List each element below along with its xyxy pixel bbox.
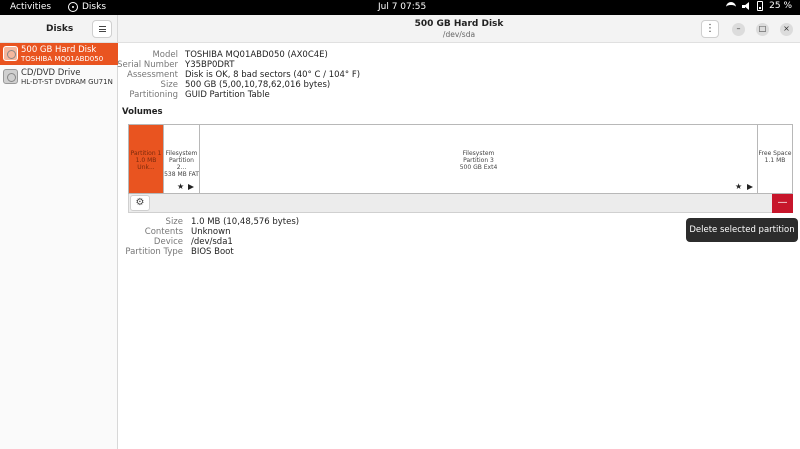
partition-options-button[interactable]: ⚙: [130, 195, 150, 211]
drive-name: CD/DVD Drive: [21, 68, 81, 78]
drive-options-button[interactable]: ⋮: [701, 20, 719, 38]
info-value: BIOS Boot: [191, 247, 234, 257]
info-label: Assessment: [127, 70, 178, 80]
partition-line: 500 GB Ext4: [459, 164, 498, 171]
optical-drive-icon: [3, 69, 18, 84]
top-bar: Activities Disks Jul 7 07:55 25 %: [0, 0, 800, 15]
partition-line: Partition 3: [463, 157, 494, 164]
play-icon: [188, 184, 194, 190]
disk-title: 500 GB Hard Disk: [414, 19, 504, 29]
minimize-button[interactable]: –: [732, 23, 745, 36]
delete-tooltip: Delete selected partition: [686, 218, 798, 242]
partition-2-block[interactable]: Filesystem Partition 2... 538 MB FAT ★: [164, 125, 200, 193]
partition-line: 1.0 MB Unk...: [135, 157, 157, 171]
info-label: Size: [160, 80, 178, 90]
info-value: GUID Partition Table: [185, 90, 270, 100]
drive-item-hard-disk[interactable]: 500 GB Hard Disk TOSHIBA MQ01ABD050: [0, 43, 118, 65]
info-value: Y35BP0DRT: [185, 60, 235, 70]
sidebar: Disks 500 GB Hard Disk TOSHIBA MQ01ABD05…: [0, 15, 118, 449]
sidebar-header: Disks: [0, 15, 117, 43]
battery-percent: 25 %: [769, 1, 792, 11]
partition-line: Partition 2...: [168, 157, 194, 171]
system-tray[interactable]: 25 %: [726, 1, 792, 11]
info-label: Partitioning: [129, 90, 178, 100]
partition-label: Partition 1 1.0 MB Unk...: [129, 150, 163, 171]
partition-line: 1.1 MB: [764, 157, 786, 164]
app-menu-label: Disks: [82, 2, 107, 12]
info-value: 500 GB (5,00,10,78,62,016 bytes): [185, 80, 331, 90]
info-label: Model: [152, 50, 178, 60]
drive-model: TOSHIBA MQ01ABD050: [21, 55, 104, 63]
gear-icon: ⚙: [135, 197, 145, 208]
partition-1-block[interactable]: Partition 1 1.0 MB Unk...: [129, 125, 164, 193]
info-value: /dev/sda1: [191, 237, 233, 247]
partition-label: Filesystem Partition 3 500 GB Ext4: [200, 150, 757, 171]
drive-name: 500 GB Hard Disk: [21, 45, 97, 55]
info-label: Device: [153, 237, 183, 247]
drive-model: HL-DT-ST DVDRAM GU71N: [21, 78, 113, 86]
partition-line: 538 MB FAT: [164, 171, 199, 178]
info-label: Serial Number: [117, 60, 178, 70]
activities-button[interactable]: Activities: [10, 2, 51, 12]
wifi-icon: [726, 2, 737, 10]
partition-line: Free Space: [758, 150, 792, 157]
main-menu-button[interactable]: [92, 20, 112, 38]
app-menu[interactable]: Disks: [68, 2, 106, 12]
free-space-block[interactable]: Free Space 1.1 MB: [758, 125, 792, 193]
star-icon: ★: [177, 182, 185, 191]
hard-disk-icon: [3, 46, 18, 61]
delete-partition-button[interactable]: —: [772, 194, 793, 213]
partition-label: Free Space 1.1 MB: [758, 150, 792, 164]
hamburger-icon: [99, 26, 106, 32]
info-label: Partition Type: [125, 247, 183, 257]
clock[interactable]: Jul 7 07:55: [378, 2, 426, 12]
sidebar-title: Disks: [46, 24, 74, 34]
partition-3-block[interactable]: Filesystem Partition 3 500 GB Ext4 ★: [200, 125, 758, 193]
close-button[interactable]: ×: [780, 23, 793, 36]
partition-line: Filesystem: [165, 150, 198, 157]
info-value: TOSHIBA MQ01ABD050 (AX0C4E): [185, 50, 328, 60]
minus-icon: —: [777, 197, 788, 208]
play-icon: [747, 184, 753, 190]
volumes-map: Partition 1 1.0 MB Unk... Filesystem Par…: [128, 124, 793, 194]
info-value: 1.0 MB (10,48,576 bytes): [191, 217, 300, 227]
main-header: 500 GB Hard Disk /dev/sda ⋮ – □ ×: [118, 15, 800, 43]
partition-line: Filesystem: [462, 150, 495, 157]
volume-toolbar: ⚙ —: [128, 194, 793, 213]
partition-label: Filesystem Partition 2... 538 MB FAT: [164, 150, 199, 178]
volume-icon: [742, 1, 751, 11]
star-icon: ★: [735, 182, 743, 191]
disks-app-icon: [68, 2, 78, 12]
info-label: Size: [165, 217, 183, 227]
info-value: Unknown: [191, 227, 231, 237]
battery-icon: [757, 1, 764, 11]
disk-device-path: /dev/sda: [442, 30, 476, 39]
partition-line: Partition 1: [130, 150, 162, 157]
maximize-button[interactable]: □: [756, 23, 769, 36]
info-label: Contents: [144, 227, 183, 237]
volumes-heading: Volumes: [122, 107, 163, 117]
drive-item-cd-dvd[interactable]: CD/DVD Drive HL-DT-ST DVDRAM GU71N: [0, 66, 118, 88]
info-value: Disk is OK, 8 bad sectors (40° C / 104° …: [185, 70, 361, 80]
